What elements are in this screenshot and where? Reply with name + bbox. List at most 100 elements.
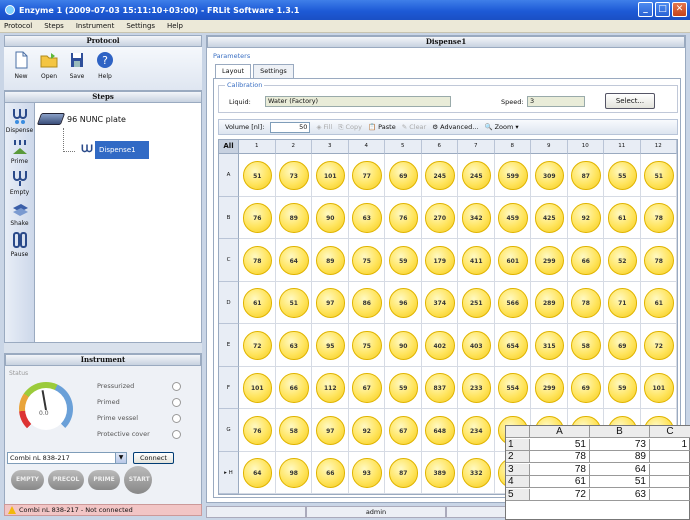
step-pause[interactable]: Pause [5,231,34,258]
plate-well[interactable]: 332 [461,458,491,488]
spreadsheet-column-header[interactable]: C [650,426,690,438]
spreadsheet-cell[interactable] [650,451,690,463]
plate-well[interactable]: 69 [607,330,637,360]
plate-well[interactable]: 245 [461,160,491,190]
spreadsheet-cell[interactable]: 89 [590,451,650,463]
menu-settings[interactable]: Settings [126,22,155,30]
plate-well[interactable]: 97 [315,288,345,318]
plate-well[interactable]: 411 [461,245,491,275]
plate-well[interactable]: 374 [425,288,455,318]
plate-well[interactable]: 66 [279,373,309,403]
plate-well[interactable]: 72 [242,330,272,360]
column-header[interactable]: 1 [239,140,276,154]
clear-button[interactable]: ✎ Clear [402,123,427,131]
step-dispense[interactable]: Dispense [5,107,34,134]
spreadsheet-row-header[interactable]: 3 [506,463,530,476]
plate-well[interactable]: 837 [425,373,455,403]
plate-well[interactable]: 58 [279,415,309,445]
help-button[interactable]: ? Help [92,51,118,90]
tab-settings[interactable]: Settings [253,64,294,78]
plate-well[interactable]: 78 [242,245,272,275]
column-header[interactable]: 9 [531,140,568,154]
select-liquid-button[interactable]: Select... [605,93,655,109]
plate-well[interactable]: 90 [388,330,418,360]
plate-well[interactable]: 76 [242,415,272,445]
column-header[interactable]: 7 [458,140,495,154]
plate-well[interactable]: 112 [315,373,345,403]
plate-well[interactable]: 299 [534,373,564,403]
plate-well[interactable]: 78 [644,245,674,275]
plate-well[interactable]: 89 [279,203,309,233]
plate-well[interactable]: 64 [279,245,309,275]
save-button[interactable]: Save [64,51,90,90]
minimize-button[interactable]: _ [638,2,653,17]
plate-well[interactable]: 403 [461,330,491,360]
empty-button[interactable]: EMPTY [11,470,44,490]
connect-button[interactable]: Connect [133,452,174,464]
plate-well[interactable]: 654 [498,330,528,360]
menu-help[interactable]: Help [167,22,183,30]
spreadsheet-cell[interactable] [650,476,690,488]
plate-well[interactable]: 59 [388,245,418,275]
plate-well[interactable]: 97 [315,415,345,445]
spreadsheet-cell[interactable]: 63 [590,488,650,501]
precol-button[interactable]: PRECOL [47,470,85,490]
plate-well[interactable]: 101 [644,373,674,403]
spreadsheet-cell[interactable]: 73 [590,438,650,451]
column-header[interactable]: 11 [604,140,641,154]
fill-button[interactable]: ◈ Fill [316,123,332,131]
plate-well[interactable]: 389 [425,458,455,488]
menu-steps[interactable]: Steps [44,22,64,30]
plate-well[interactable]: 71 [607,288,637,318]
device-select[interactable]: Combi nL 838-217 ▼ [7,452,127,464]
plate-well[interactable]: 77 [352,160,382,190]
step-prime[interactable]: Prime [5,138,34,165]
tab-layout[interactable]: Layout [215,64,252,79]
spreadsheet-corner[interactable] [506,426,530,438]
plate-well[interactable]: 233 [461,373,491,403]
column-header[interactable]: 3 [312,140,349,154]
plate-well[interactable]: 87 [388,458,418,488]
maximize-button[interactable]: □ [655,2,670,17]
open-button[interactable]: Open [36,51,62,90]
select-all-button[interactable]: All [219,140,239,154]
column-header[interactable]: 5 [385,140,422,154]
plate-well[interactable]: 51 [644,160,674,190]
plate-well[interactable]: 63 [352,203,382,233]
plate-well[interactable]: 566 [498,288,528,318]
plate-well[interactable]: 554 [498,373,528,403]
spreadsheet-cell[interactable]: 72 [530,488,590,501]
plate-well[interactable]: 72 [644,330,674,360]
spreadsheet-row-header[interactable]: 2 [506,451,530,463]
plate-well[interactable]: 90 [315,203,345,233]
new-button[interactable]: New [8,51,34,90]
plate-well[interactable]: 96 [388,288,418,318]
spreadsheet-cell[interactable]: 61 [530,476,590,488]
plate-well[interactable]: 92 [352,415,382,445]
plate-well[interactable]: 75 [352,330,382,360]
plate-well[interactable]: 66 [571,245,601,275]
plate-well[interactable]: 101 [315,160,345,190]
start-button[interactable]: START [123,466,152,494]
spreadsheet-cell[interactable]: 51 [530,438,590,451]
menu-protocol[interactable]: Protocol [4,22,32,30]
plate-well[interactable]: 289 [534,288,564,318]
column-header[interactable]: 2 [275,140,312,154]
plate-well[interactable]: 78 [571,288,601,318]
plate-well[interactable]: 61 [607,203,637,233]
plate-well[interactable]: 92 [571,203,601,233]
spreadsheet-row-header[interactable]: 5 [506,488,530,501]
copy-button[interactable]: ⎘ Copy [338,123,362,132]
plate-well[interactable]: 299 [534,245,564,275]
plate-well[interactable]: 59 [388,373,418,403]
spreadsheet-cell[interactable] [650,464,690,476]
plate-well[interactable]: 51 [279,288,309,318]
plate-well[interactable]: 101 [242,373,272,403]
chevron-down-icon[interactable]: ▼ [115,453,126,463]
plate-well[interactable]: 52 [607,245,637,275]
column-header[interactable]: 8 [494,140,531,154]
plate-well[interactable]: 86 [352,288,382,318]
column-header[interactable]: 12 [640,140,677,154]
spreadsheet-column-header[interactable]: A [530,426,590,438]
row-header[interactable]: A [219,154,239,197]
